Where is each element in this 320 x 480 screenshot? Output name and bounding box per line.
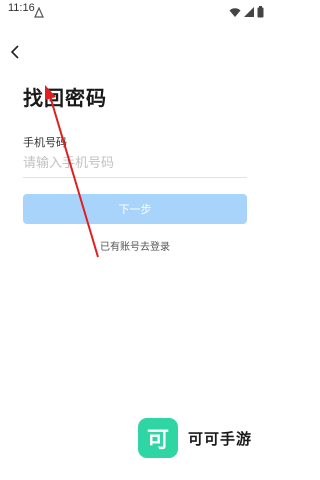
brand-name: 可可手游	[188, 429, 253, 448]
status-bar: 11:16	[0, 0, 270, 20]
battery-icon	[257, 3, 264, 22]
wifi-icon	[229, 3, 241, 22]
brand-watermark: 可 可可手游	[138, 418, 252, 458]
phone-input[interactable]	[23, 150, 247, 178]
next-button[interactable]: 下一步	[23, 194, 247, 224]
signal-icon	[244, 3, 254, 22]
page-title: 找回密码	[23, 86, 107, 110]
phone-label: 手机号码	[23, 136, 67, 149]
back-button[interactable]	[4, 42, 26, 64]
status-time: 11:16	[8, 2, 35, 14]
forgot-password-screen: 11:16 找回密码 手机号码 请输入手机号码 下一步 已有账号去登录 可 可可…	[0, 0, 270, 480]
notification-icon	[34, 3, 46, 18]
chevron-left-icon	[9, 44, 21, 63]
login-link[interactable]: 已有账号去登录	[0, 238, 270, 253]
status-icons	[229, 3, 264, 22]
brand-logo: 可	[138, 418, 178, 458]
